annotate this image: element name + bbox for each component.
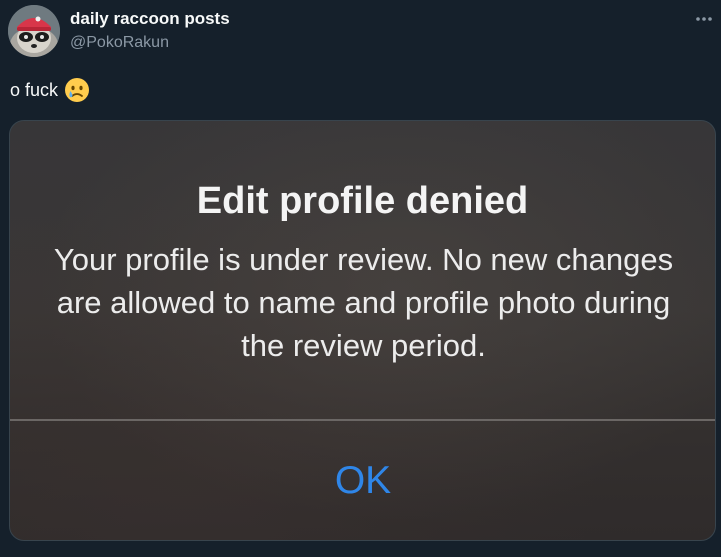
author-display-name[interactable]: daily raccoon posts: [70, 9, 230, 29]
alert-message: Your profile is under review. No new cha…: [53, 242, 674, 363]
tweet-text-content: o fuck: [10, 79, 59, 100]
alert-title: Edit profile denied: [196, 180, 529, 222]
alert-ok-button[interactable]: OK: [263, 456, 463, 506]
tweet-text: o fuck: [10, 76, 90, 104]
alert-divider: [10, 419, 715, 421]
more-horizontal-icon: [696, 17, 712, 21]
crying-face-icon: [64, 77, 90, 103]
author-handle[interactable]: @PokoRakun: [70, 33, 169, 53]
more-options-button[interactable]: [690, 6, 718, 28]
tweet: daily raccoon posts @PokoRakun o fuck Ed…: [0, 0, 721, 557]
raccoon-avatar-icon: [8, 5, 60, 57]
tweet-media-image[interactable]: Edit profile denied Your profile is unde…: [9, 120, 716, 541]
author-avatar[interactable]: [8, 5, 60, 57]
